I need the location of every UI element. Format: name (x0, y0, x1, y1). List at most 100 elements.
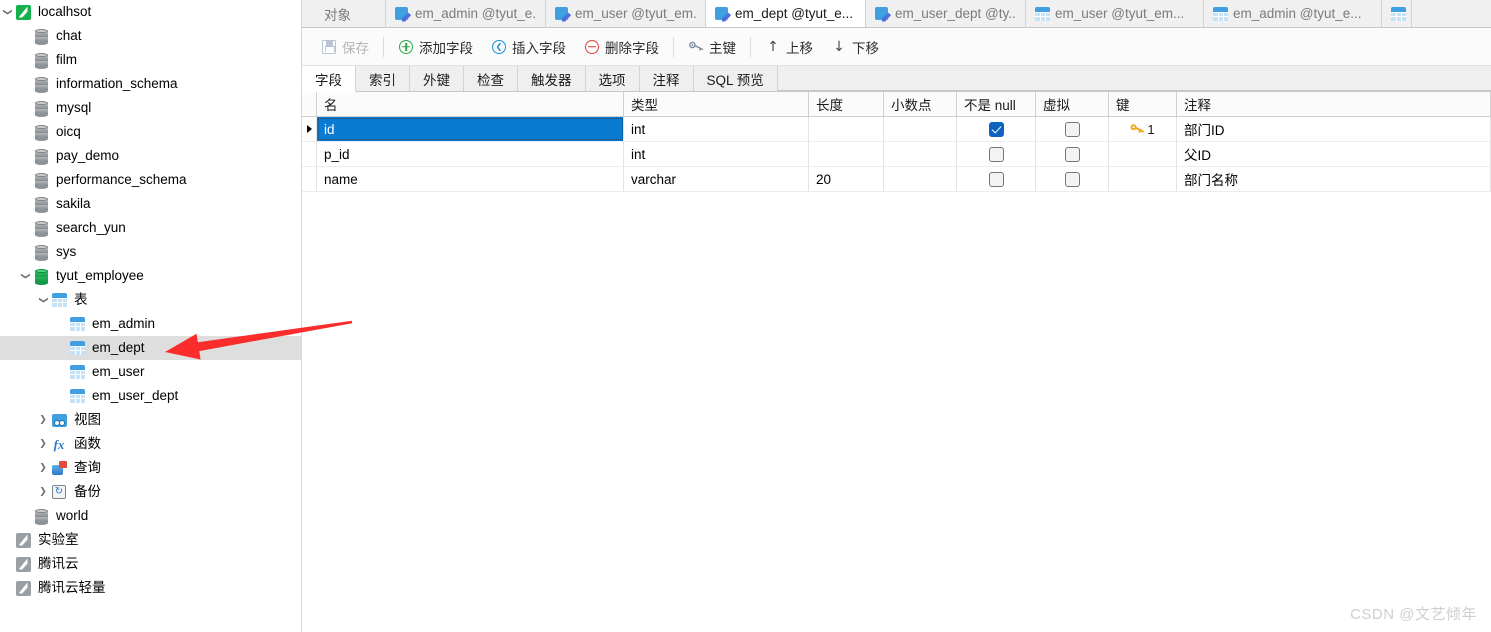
cell-key[interactable]: 1 (1109, 117, 1177, 141)
tree-item-search_yun[interactable]: search_yun (0, 216, 301, 240)
tree-item-em_user_dept[interactable]: em_user_dept (0, 384, 301, 408)
table-row[interactable]: p_id int 父ID (302, 142, 1491, 167)
cell-not_null[interactable] (957, 117, 1036, 141)
object-tree-sidebar[interactable]: ❯ localhsot chat film information_schema … (0, 0, 302, 632)
toolbar-button-minus-circle[interactable]: 删除字段 (575, 34, 668, 60)
editor-tab-em_admintyut_e[interactable]: em_admin @tyut_e... (386, 0, 546, 27)
designer-toolbar[interactable]: 保存 添加字段 插入字段 删除字段 主键 ↑ 上移 ↓ 下移 (302, 28, 1491, 66)
row-indicator[interactable] (302, 117, 317, 141)
editor-tab-em_admintyut_e[interactable]: em_admin @tyut_e... (1204, 0, 1382, 27)
tree-item-视图[interactable]: ❯ 视图 (0, 408, 301, 432)
cell-comment[interactable]: 父ID (1177, 142, 1491, 166)
sub-tab-0[interactable]: 字段 (302, 66, 356, 92)
not_null-checkbox[interactable] (988, 121, 1004, 137)
row-indicator[interactable] (302, 167, 317, 191)
tree-item-pay_demo[interactable]: pay_demo (0, 144, 301, 168)
toolbar-button-insert-circle[interactable]: 插入字段 (482, 34, 575, 60)
virtual-checkbox[interactable] (1064, 146, 1080, 162)
not_null-checkbox[interactable] (988, 171, 1004, 187)
sub-tab-1[interactable]: 索引 (356, 66, 410, 91)
cell-comment[interactable]: 部门ID (1177, 117, 1491, 141)
cell-type[interactable]: varchar (624, 167, 809, 191)
cell-not_null[interactable] (957, 142, 1036, 166)
tree-item-sakila[interactable]: sakila (0, 192, 301, 216)
column-header-0[interactable]: 名 (317, 92, 624, 116)
cell-not_null[interactable] (957, 167, 1036, 191)
cell-virtual[interactable] (1036, 117, 1109, 141)
cell-decimals[interactable] (884, 117, 957, 141)
tree-item-film[interactable]: film (0, 48, 301, 72)
tree-item-information_schema[interactable]: information_schema (0, 72, 301, 96)
virtual-checkbox[interactable] (1064, 171, 1080, 187)
cell-comment[interactable]: 部门名称 (1177, 167, 1491, 191)
sub-tab-6[interactable]: 注释 (639, 66, 694, 91)
cell-length[interactable]: 20 (809, 167, 884, 191)
column-header-7[interactable]: 注释 (1177, 92, 1491, 116)
sub-tab-2[interactable]: 外键 (410, 66, 464, 91)
tree-item-chat[interactable]: chat (0, 24, 301, 48)
chevron-right-icon[interactable]: ❯ (36, 408, 50, 432)
tree-item-oicq[interactable]: oicq (0, 120, 301, 144)
tree-item-localhsot[interactable]: ❯ localhsot (0, 0, 301, 24)
sub-tab-3[interactable]: 检查 (464, 66, 518, 91)
column-header-3[interactable]: 小数点 (884, 92, 957, 116)
tree-item-world[interactable]: world (0, 504, 301, 528)
sub-tab-5[interactable]: 选项 (585, 66, 640, 91)
fields-grid[interactable]: 名类型 长度 小数点 不是 null 虚拟键注释 id int 1 部门ID p_id int 父I… (302, 92, 1491, 192)
virtual-checkbox[interactable] (1064, 121, 1080, 137)
cell-virtual[interactable] (1036, 167, 1109, 191)
cell-length[interactable] (809, 117, 884, 141)
sub-tab-4[interactable]: 触发器 (518, 66, 586, 91)
column-header-2[interactable]: 长度 (809, 92, 884, 116)
tree-item-腾讯云[interactable]: 腾讯云 (0, 552, 301, 576)
tree-item-腾讯云轻量[interactable]: 腾讯云轻量 (0, 576, 301, 600)
cell-decimals[interactable] (884, 167, 957, 191)
cell-virtual[interactable] (1036, 142, 1109, 166)
editor-tab[interactable] (1382, 0, 1412, 27)
cell-type[interactable]: int (624, 142, 809, 166)
editor-tab-em_usertyut_em[interactable]: em_user @tyut_em... (1026, 0, 1204, 27)
fields-grid-body[interactable]: id int 1 部门ID p_id int 父ID name varchar 20 部门名称 (302, 117, 1491, 192)
tree-item-表[interactable]: ❯ 表 (0, 288, 301, 312)
table-row[interactable]: id int 1 部门ID (302, 117, 1491, 142)
cell-name[interactable]: name (317, 167, 624, 191)
tree-item-实验室[interactable]: 实验室 (0, 528, 301, 552)
column-header-6[interactable]: 键 (1109, 92, 1177, 116)
cell-length[interactable] (809, 142, 884, 166)
toolbar-button-arrow-up[interactable]: ↑ 上移 (756, 34, 822, 60)
chevron-right-icon[interactable]: ❯ (36, 480, 50, 504)
editor-tab-strip[interactable]: 对象 em_admin @tyut_e... em_user @tyut_em...… (302, 0, 1491, 28)
tree-item-performance_schema[interactable]: performance_schema (0, 168, 301, 192)
row-indicator[interactable] (302, 142, 317, 166)
designer-sub-tabs[interactable]: 字段 索引 外键 检查 触发器 选项 注释 SQL 预览 (302, 66, 1491, 92)
cell-name[interactable]: p_id (317, 142, 624, 166)
toolbar-button-key[interactable]: 主键 (679, 34, 745, 60)
column-header-5[interactable]: 虚拟 (1036, 92, 1109, 116)
editor-tab-em_usertyut_em[interactable]: em_user @tyut_em... (546, 0, 706, 27)
table-row[interactable]: name varchar 20 部门名称 (302, 167, 1491, 192)
chevron-right-icon[interactable]: ❯ (36, 456, 50, 480)
tree-item-tyut_employee[interactable]: ❯ tyut_employee (0, 264, 301, 288)
cell-key[interactable] (1109, 167, 1177, 191)
cell-key[interactable] (1109, 142, 1177, 166)
tree-item-em_admin[interactable]: em_admin (0, 312, 301, 336)
editor-tab-[interactable]: 对象 (302, 0, 386, 27)
chevron-right-icon[interactable]: ❯ (36, 432, 50, 456)
tree-item-查询[interactable]: ❯ 查询 (0, 456, 301, 480)
tree-item-备份[interactable]: ❯ ↻ 备份 (0, 480, 301, 504)
cell-name[interactable]: id (317, 117, 624, 141)
editor-tab-em_user_deptty[interactable]: em_user_dept @ty... (866, 0, 1026, 27)
tree-item-em_user[interactable]: em_user (0, 360, 301, 384)
column-header-4[interactable]: 不是 null (957, 92, 1036, 116)
tree-item-sys[interactable]: sys (0, 240, 301, 264)
cell-decimals[interactable] (884, 142, 957, 166)
not_null-checkbox[interactable] (988, 146, 1004, 162)
editor-tab-em_depttyut_e[interactable]: em_dept @tyut_e... (706, 0, 866, 27)
tree-item-em_dept[interactable]: em_dept (0, 336, 301, 360)
toolbar-button-arrow-down[interactable]: ↓ 下移 (822, 34, 888, 60)
cell-type[interactable]: int (624, 117, 809, 141)
toolbar-button-plus-circle[interactable]: 添加字段 (389, 34, 482, 60)
tree-item-函数[interactable]: ❯ fx 函数 (0, 432, 301, 456)
column-header-1[interactable]: 类型 (624, 92, 809, 116)
tree-item-mysql[interactable]: mysql (0, 96, 301, 120)
